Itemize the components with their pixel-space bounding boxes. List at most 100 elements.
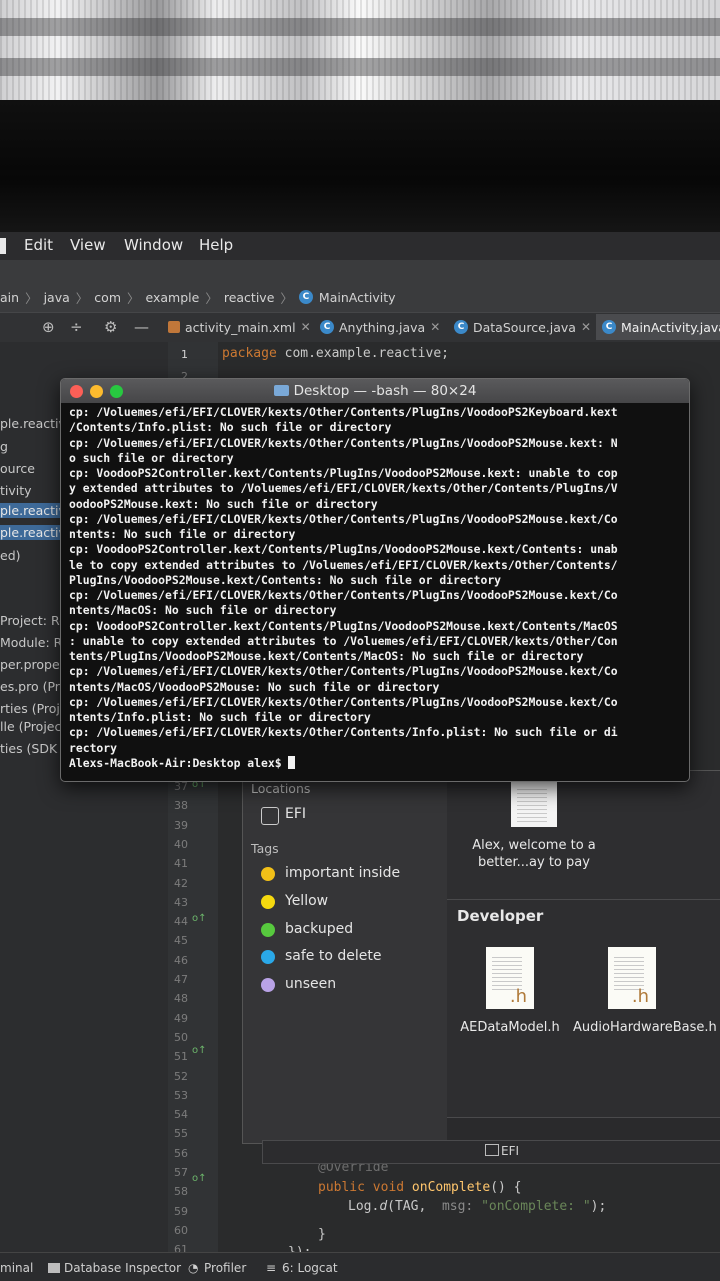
tab-label: MainActivity.java <box>621 319 720 335</box>
terminal-line: ntents: No such file or directory <box>69 527 296 541</box>
tags-header: Tags <box>251 841 279 856</box>
tag-item[interactable]: backuped <box>285 921 353 937</box>
terminal-title: Desktop — -bash — 80×24 <box>61 383 689 399</box>
terminal-line: cp: VoodooPS2Controller.kext/Contents/Pl… <box>69 542 618 557</box>
file-name: AudioHardwareBase.h <box>573 1020 717 1035</box>
breadcrumb-item[interactable]: MainActivity <box>319 290 396 305</box>
breadcrumb-item[interactable]: ain <box>0 290 19 305</box>
code-line-oncomplete: public void onComplete() { <box>318 1180 522 1195</box>
tag-item[interactable]: safe to delete <box>285 948 381 964</box>
code-keyword: package <box>222 346 277 361</box>
location-efi[interactable]: EFI <box>285 806 306 822</box>
breadcrumb-item[interactable]: example <box>146 290 200 305</box>
project-item[interactable]: g <box>0 439 8 454</box>
finder-path-bar: EFI <box>262 1140 720 1164</box>
minimize-icon[interactable]: — <box>134 318 149 336</box>
project-item[interactable]: rties (Proje <box>0 701 68 716</box>
close-icon[interactable]: ✕ <box>301 320 311 334</box>
curtain-stripe <box>0 58 720 76</box>
tool-logcat[interactable]: 6: Logcat <box>282 1261 338 1275</box>
override-marker-icon[interactable]: o↑ <box>192 1173 207 1184</box>
terminal-line: tents/PlugIns/VoodooPS2Mouse.kext/Conten… <box>69 649 584 663</box>
code-method: d <box>379 1199 388 1214</box>
class-icon: C <box>298 290 313 304</box>
terminal-window[interactable]: Desktop — -bash — 80×24 cp: /Voluemes/ef… <box>60 378 690 782</box>
gear-icon[interactable]: ⚙ <box>104 318 117 336</box>
line-number: 43 <box>174 895 188 909</box>
project-item[interactable]: ple.reactiv <box>0 416 66 431</box>
override-marker-icon[interactable]: o↑ <box>192 1045 207 1056</box>
menu-view[interactable]: View <box>70 236 106 254</box>
tag-color-dot-icon <box>261 867 275 881</box>
file-name: Alex, welcome to a better...ay to pay <box>472 838 596 870</box>
terminal-line: cp: /Voluemes/efi/EFI/CLOVER/kexts/Other… <box>69 588 618 602</box>
terminal-line: /Contents/Info.plist: No such file or di… <box>69 420 392 435</box>
recent-file[interactable]: Alex, welcome to a better...ay to pay <box>459 779 609 871</box>
finder-window: Locations EFI Tags important inside Yello… <box>242 770 720 1144</box>
tool-terminal[interactable]: minal <box>0 1261 33 1275</box>
project-item[interactable]: Project: Re <box>0 613 67 628</box>
section-developer: Developer <box>457 907 544 925</box>
project-item[interactable]: tivity <box>0 483 32 498</box>
class-icon: C <box>320 320 334 334</box>
menu-window[interactable]: Window <box>124 236 183 254</box>
tag-item[interactable]: important inside <box>285 865 400 881</box>
folder-icon <box>273 385 289 396</box>
line-number: 46 <box>174 953 188 967</box>
code-text: (TAG, <box>387 1199 442 1214</box>
breadcrumb-item[interactable]: com <box>94 290 121 305</box>
code-close-brace: } <box>318 1227 326 1242</box>
menu-edge-mark <box>0 238 6 254</box>
monitor-bezel <box>0 100 720 232</box>
override-marker-icon[interactable]: o↑ <box>192 913 207 924</box>
close-icon[interactable]: ✕ <box>581 320 591 334</box>
line-number: 39 <box>174 818 188 832</box>
code-string: "onComplete: " <box>481 1199 591 1214</box>
profiler-icon: ◔ <box>188 1261 199 1275</box>
text-cursor <box>288 755 296 769</box>
project-item[interactable]: ource <box>0 461 35 476</box>
class-icon: C <box>454 320 468 334</box>
document-icon <box>511 779 557 827</box>
file-item[interactable]: .h AudioHardwareBase.h <box>573 947 717 1036</box>
tab-mainactivity-java[interactable]: C MainActivity.java <box>596 314 720 340</box>
collapse-icon[interactable]: ÷ <box>70 318 83 336</box>
curtain-stripe <box>0 18 720 36</box>
tool-database-inspector[interactable]: Database Inspector <box>64 1261 181 1275</box>
close-icon[interactable]: ✕ <box>430 320 440 334</box>
terminal-title-text: Desktop — -bash — 80×24 <box>293 383 477 399</box>
menu-edit[interactable]: Edit <box>24 236 53 254</box>
terminal-line: cp: VoodooPS2Controller.kext/Contents/Pl… <box>69 618 618 633</box>
line-number: 54 <box>174 1108 188 1122</box>
line-number: 50 <box>174 1030 188 1044</box>
breadcrumb: ain 〉 java 〉 com 〉 example 〉 reactive 〉 … <box>0 286 396 308</box>
breadcrumb-item[interactable]: reactive <box>224 290 275 305</box>
globe-target-icon[interactable]: ⊕ <box>42 318 55 336</box>
line-number: 1 <box>181 348 188 361</box>
shell-prompt: Alexs-MacBook-Air:Desktop alex$ <box>69 755 289 770</box>
line-number: 49 <box>174 1011 188 1025</box>
line-number: 47 <box>174 973 188 986</box>
path-item-efi[interactable]: EFI <box>501 1144 519 1158</box>
tab-activity-main-xml[interactable]: activity_main.xml ✕ <box>168 314 311 340</box>
file-name: AEDataModel.h <box>460 1020 560 1035</box>
param-hint: msg: <box>441 1199 482 1214</box>
tool-profiler[interactable]: Profiler <box>204 1261 246 1275</box>
tab-anything-java[interactable]: C Anything.java ✕ <box>320 314 440 340</box>
project-item[interactable]: es.pro (Pro <box>0 679 67 694</box>
menu-help[interactable]: Help <box>199 236 233 254</box>
tag-item[interactable]: unseen <box>285 976 336 992</box>
file-item[interactable]: .h AEDataModel.h <box>457 947 563 1036</box>
line-number: 38 <box>174 799 188 813</box>
project-item[interactable]: ed) <box>0 548 21 563</box>
tag-item[interactable]: Yellow <box>285 893 328 909</box>
breadcrumb-item[interactable]: java <box>44 290 70 305</box>
code-text: () { <box>490 1180 522 1195</box>
terminal-line: PlugIns/VoodooPS2Mouse.kext/Contents: No… <box>69 572 502 587</box>
tab-datasource-java[interactable]: C DataSource.java ✕ <box>454 314 591 340</box>
terminal-titlebar[interactable]: Desktop — -bash — 80×24 <box>61 379 689 403</box>
code-line-package: package com.example.reactive; <box>222 346 449 361</box>
header-file-icon: .h <box>486 947 534 1009</box>
terminal-prompt-line[interactable]: Alexs-MacBook-Air:Desktop alex$ <box>69 755 683 771</box>
project-item[interactable]: lle (Project <box>0 719 66 734</box>
